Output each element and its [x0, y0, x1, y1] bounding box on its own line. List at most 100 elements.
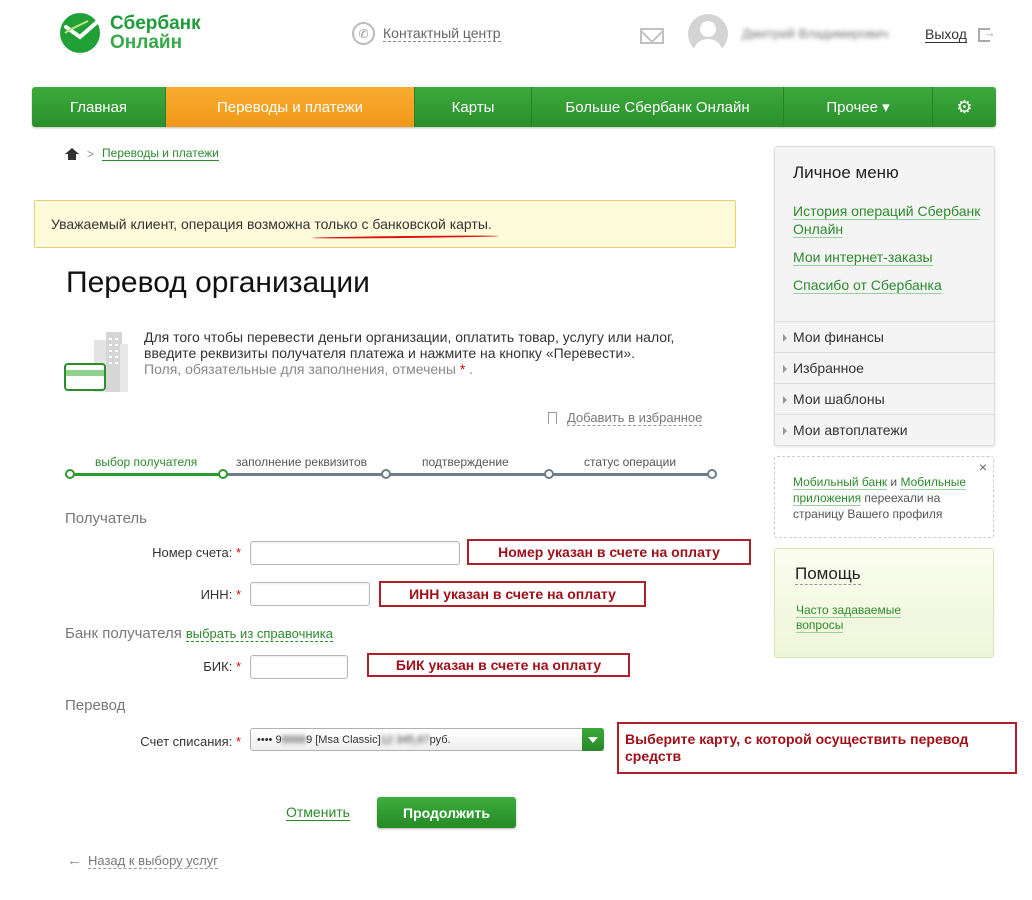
spasibo-link-text: Спасибо от Сбербанка [793, 277, 942, 294]
operations-history-link[interactable]: История операций Сбербанк Онлайн [793, 202, 983, 238]
internet-orders-link-text: Мои интернет-заказы [793, 249, 933, 266]
help-panel: Помощь Часто задаваемые вопросы [774, 548, 994, 658]
home-icon[interactable] [65, 147, 79, 160]
account-number-label-text: Номер счета: [152, 545, 233, 560]
step-label-fill-details: заполнение реквизитов [236, 455, 368, 469]
username: Дмитрий Владимирович [742, 26, 889, 41]
inn-input[interactable] [250, 582, 370, 606]
notice-and-text: и [887, 475, 901, 489]
required-asterisk: * [235, 734, 241, 749]
logout-icon[interactable] [978, 25, 996, 42]
faq-link[interactable]: Часто задаваемые вопросы [796, 603, 936, 633]
step-label-confirmation: подтверждение [422, 455, 509, 469]
mobile-bank-link[interactable]: Мобильный банк [793, 475, 888, 490]
card-only-alert: Уважаемый клиент, операция возможна толь… [34, 200, 736, 248]
debit-card-type: 9 [Msa Classic] [306, 733, 381, 746]
phone-icon: ✆ [352, 22, 375, 45]
info-required-note: Поля, обязательные для заполнения, отмеч… [144, 361, 714, 377]
logo-line2: Онлайн [110, 32, 183, 53]
personal-menu-title: Личное меню [793, 163, 899, 182]
bik-hint-callout: БИК указан в счете на оплату [367, 653, 630, 677]
step-label-select-recipient: выбор получателя [95, 455, 198, 469]
nav-item-transfers[interactable]: Переводы и платежи [166, 87, 415, 127]
nav-item-more-sberbank[interactable]: Больше Сбербанк Онлайн [532, 87, 784, 127]
continue-button[interactable]: Продолжить [377, 797, 516, 828]
bik-input[interactable] [250, 655, 348, 679]
debit-card-currency: руб. [429, 733, 451, 746]
step-label-status: статус операции [584, 455, 677, 469]
avatar[interactable] [688, 14, 728, 54]
step-dot-2 [218, 469, 228, 479]
alert-text: Уважаемый клиент, операция возможна [51, 216, 315, 232]
contact-center-link[interactable]: Контактный центр [383, 25, 501, 42]
transfer-section-title: Перевод [65, 697, 126, 714]
debit-account-select[interactable]: •••• 9 8888 9 [Msa Classic] 12 345,67 руб. [250, 728, 604, 751]
debit-account-label-text: Счет списания: [140, 734, 233, 749]
required-asterisk: * [235, 545, 241, 560]
sidebar-item-autopayments[interactable]: Мои автоплатежи [775, 414, 994, 445]
logo-line1: Сбербанк [110, 13, 201, 34]
organization-building-icon [64, 332, 128, 392]
bik-label: БИК: * [100, 659, 241, 674]
settings-gear-icon[interactable]: ⚙ [933, 87, 996, 127]
add-to-favorites-link[interactable]: Добавить в избранное [567, 410, 703, 426]
spasibo-link[interactable]: Спасибо от Сбербанка [793, 276, 983, 294]
bookmark-icon [548, 412, 557, 424]
info-note-text: Поля, обязательные для заполнения, отмеч… [144, 361, 456, 377]
arrow-left-icon: ← [67, 852, 82, 869]
debit-account-hint-callout: Выберите карту, с которой осуществить пе… [617, 722, 1017, 774]
operations-history-link-text: История операций Сбербанк Онлайн [793, 203, 981, 238]
add-to-favorites[interactable]: Добавить в избранное [548, 410, 703, 426]
mobile-moved-notice: × Мобильный банк и Мобильные приложения … [774, 456, 994, 538]
page-title: Перевод организации [66, 266, 370, 299]
nav-item-cards[interactable]: Карты [415, 87, 532, 127]
internet-orders-link[interactable]: Мои интернет-заказы [793, 248, 983, 266]
sberbank-logo[interactable]: Сбербанк Онлайн [58, 11, 201, 55]
required-asterisk: * [235, 587, 241, 602]
sberbank-logo-icon [60, 13, 100, 53]
nav-item-other[interactable]: Прочее ▾ [784, 87, 933, 127]
inn-label: ИНН: * [100, 587, 241, 602]
step-dot-3 [381, 469, 391, 479]
alert-highlight: только с банковской карты. [314, 216, 492, 232]
inn-label-text: ИНН: [200, 587, 233, 602]
step-line-done [69, 473, 224, 476]
mail-icon[interactable] [640, 28, 664, 44]
logout-link[interactable]: Выход [925, 26, 967, 43]
nav-item-home[interactable]: Главная [32, 87, 166, 127]
breadcrumb-transfers-link[interactable]: Переводы и платежи [102, 146, 219, 161]
account-number-hint-callout: Номер указан в счете на оплату [467, 539, 751, 565]
bik-label-text: БИК: [203, 659, 233, 674]
debit-card-prefix: •••• 9 [257, 733, 282, 746]
bank-section: Банк получателя выбрать из справочника [65, 625, 334, 642]
info-note-end: . [465, 361, 474, 377]
help-title[interactable]: Помощь [795, 564, 861, 585]
sidebar-item-favorites[interactable]: Избранное [775, 352, 994, 383]
step-dot-4 [544, 469, 554, 479]
bank-reference-link[interactable]: выбрать из справочника [185, 626, 334, 642]
breadcrumb-separator: > [87, 146, 95, 161]
logo-text: Сбербанк Онлайн [110, 14, 201, 52]
sidebar-item-my-finances[interactable]: Мои финансы [775, 321, 994, 352]
inn-hint-callout: ИНН указан в счете на оплату [379, 581, 646, 607]
bank-section-title: Банк получателя [65, 625, 182, 642]
back-to-services[interactable]: ← Назад к выбору услуг [67, 852, 218, 869]
debit-card-masked-digits: 8888 [281, 733, 307, 746]
step-dot-1 [65, 469, 75, 479]
debit-card-balance: 12 345,67 [380, 733, 430, 746]
breadcrumb: > Переводы и платежи [65, 146, 219, 161]
debit-account-label: Счет списания: * [100, 734, 241, 749]
close-icon[interactable]: × [979, 459, 987, 475]
cancel-link[interactable]: Отменить [286, 804, 350, 821]
account-number-label: Номер счета: * [100, 545, 241, 560]
account-number-input[interactable] [250, 541, 460, 565]
step-line-pending [224, 473, 714, 476]
recipient-section-title: Получатель [65, 510, 147, 527]
contact-center[interactable]: ✆ Контактный центр [352, 22, 501, 45]
required-asterisk: * [235, 659, 241, 674]
step-dot-5 [707, 469, 717, 479]
sidebar-item-templates[interactable]: Мои шаблоны [775, 383, 994, 414]
back-to-services-link[interactable]: Назад к выбору услуг [88, 853, 218, 869]
progress-steps: выбор получателя заполнение реквизитов п… [65, 454, 720, 484]
chevron-down-icon[interactable] [582, 728, 604, 751]
